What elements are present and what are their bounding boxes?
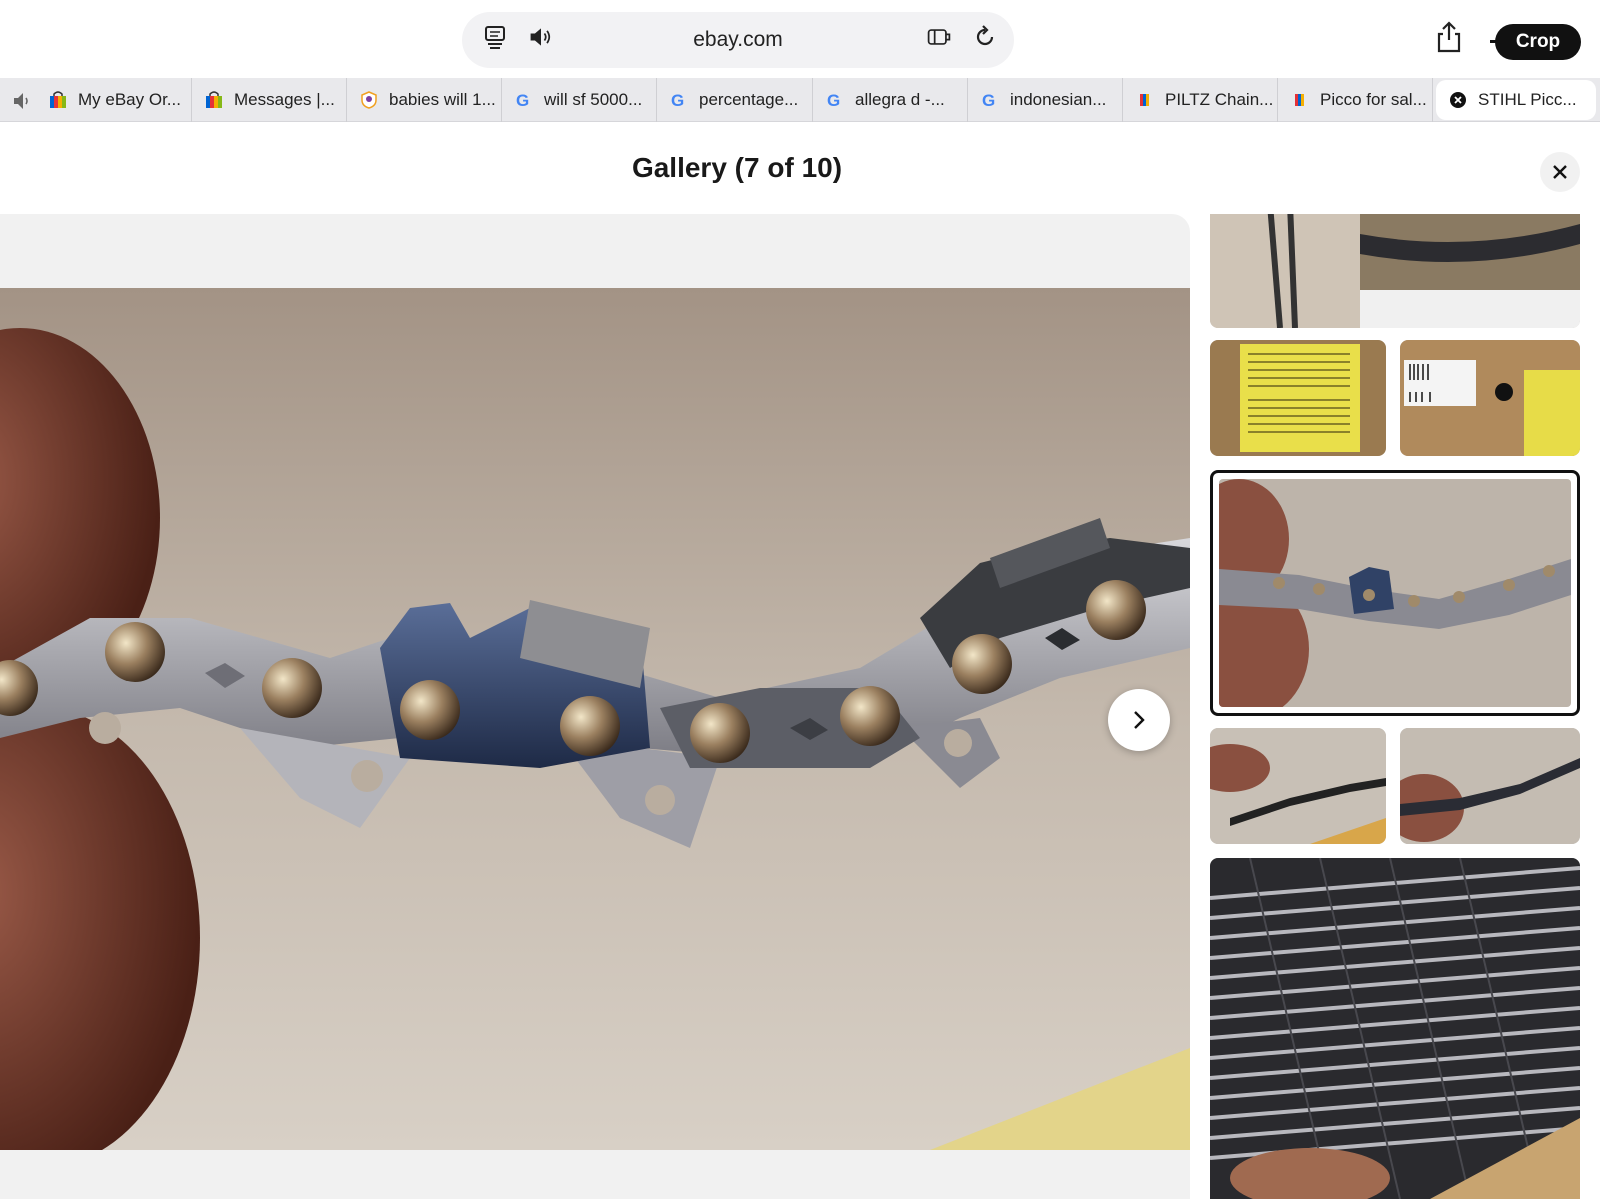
tab-label: will sf 5000...	[544, 90, 643, 109]
tab-my-ebay[interactable]: My eBay Or...	[36, 78, 192, 122]
tab-google-allegra[interactable]: G allegra d -...	[813, 78, 968, 122]
thumbnail-item[interactable]	[1210, 340, 1386, 456]
tab-bar: My eBay Or... Messages |... babies will …	[0, 78, 1600, 122]
svg-text:G: G	[982, 91, 995, 110]
thumbnail-item-selected[interactable]	[1210, 470, 1580, 716]
svg-text:G: G	[827, 91, 840, 110]
tab-label: percentage...	[699, 90, 799, 109]
tab-label: PILTZ Chain...	[1165, 90, 1274, 109]
tab-picco-for-sale[interactable]: Picco for sal...	[1278, 78, 1433, 122]
crop-button[interactable]: Crop	[1495, 24, 1581, 60]
share-icon[interactable]	[1434, 20, 1464, 54]
browser-toolbar: ebay.com Crop	[0, 0, 1600, 78]
thumbnail-item[interactable]	[1400, 728, 1580, 844]
thumbnail-item[interactable]	[1210, 858, 1580, 1199]
reload-icon[interactable]	[972, 24, 998, 50]
tab-label: indonesian...	[1010, 90, 1107, 109]
tab-label: My eBay Or...	[78, 90, 181, 109]
ebay-bag-icon	[48, 90, 68, 110]
ebay-tag-icon	[1290, 90, 1310, 110]
tab-stihl-picco[interactable]: STIHL Picc...	[1436, 80, 1596, 120]
close-gallery-button[interactable]	[1540, 152, 1580, 192]
main-product-photo[interactable]	[0, 288, 1190, 1150]
main-image-viewer	[0, 214, 1190, 1199]
google-icon: G	[825, 90, 845, 110]
close-tab-icon[interactable]	[1448, 90, 1468, 110]
chevron-right-icon	[1134, 711, 1145, 729]
ebay-tag-icon	[1135, 90, 1155, 110]
tab-piltz-chain[interactable]: PILTZ Chain...	[1123, 78, 1278, 122]
tab-label: babies will 1...	[389, 90, 496, 109]
thumbnail-item[interactable]	[1400, 340, 1580, 456]
tab-audio-icon[interactable]	[12, 90, 34, 112]
next-image-button[interactable]	[1108, 689, 1170, 751]
thumbnail-strip	[1210, 214, 1580, 1199]
thumbnail-item[interactable]	[1210, 728, 1386, 844]
extension-icon[interactable]	[924, 24, 954, 50]
tab-babies[interactable]: babies will 1...	[347, 78, 502, 122]
gallery-title: Gallery (7 of 10)	[631, 152, 843, 183]
speaker-icon[interactable]	[526, 24, 556, 50]
tab-label: allegra d -...	[855, 90, 945, 109]
tab-label: STIHL Picc...	[1478, 90, 1577, 109]
google-icon: G	[980, 90, 1000, 110]
tab-google-sf[interactable]: G will sf 5000...	[502, 78, 657, 122]
google-icon: G	[669, 90, 689, 110]
thumbnail-item[interactable]	[1210, 214, 1580, 328]
google-icon: G	[514, 90, 534, 110]
tab-label: Messages |...	[234, 90, 335, 109]
tab-google-indonesian[interactable]: G indonesian...	[968, 78, 1123, 122]
tab-messages[interactable]: Messages |...	[192, 78, 347, 122]
shield-icon	[359, 90, 379, 110]
close-icon	[1553, 165, 1567, 179]
svg-text:G: G	[516, 91, 529, 110]
svg-text:G: G	[671, 91, 684, 110]
ebay-bag-icon	[204, 90, 224, 110]
tab-google-percentage[interactable]: G percentage...	[657, 78, 813, 122]
reader-icon[interactable]	[482, 24, 508, 50]
tab-label: Picco for sal...	[1320, 90, 1427, 109]
